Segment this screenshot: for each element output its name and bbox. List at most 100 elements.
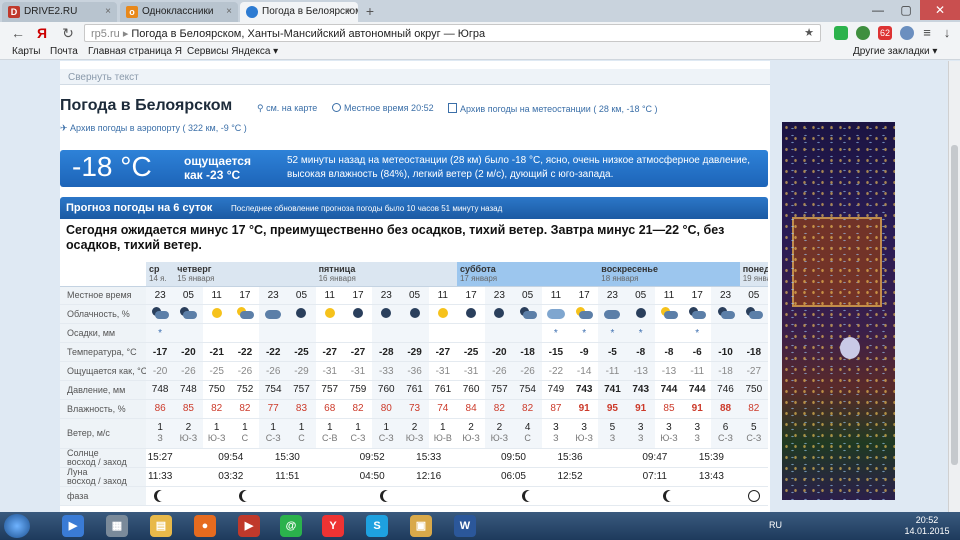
day-header: понедельник19 января bbox=[739, 262, 768, 287]
scrollbar[interactable] bbox=[948, 61, 960, 512]
bookmark-yandex-services[interactable]: Сервисы Яндекса ▾ bbox=[187, 46, 278, 57]
flash-icon[interactable]: ▶ bbox=[238, 515, 260, 537]
bookmark-maps[interactable]: Карты bbox=[12, 46, 41, 57]
temp-row-cell: -18 bbox=[513, 342, 542, 363]
back-button[interactable]: ← bbox=[10, 25, 26, 41]
other-bookmarks[interactable]: Другие закладки ▾ bbox=[853, 46, 937, 57]
archive-airport-link[interactable]: ✈ Архив погоды в аэропорту ( 322 км, -9 … bbox=[60, 123, 247, 134]
tab-pogoda[interactable]: Погода в Белоярском × bbox=[240, 2, 358, 22]
wind-cell: 1 С-З bbox=[259, 418, 288, 449]
maximize-button[interactable]: ▢ bbox=[892, 0, 920, 20]
window-controls: — ▢ ✕ bbox=[864, 0, 960, 20]
clouds-cell bbox=[315, 304, 344, 325]
temp-row-cell: -9 bbox=[570, 342, 599, 363]
humidity-row-cell: 84 bbox=[456, 399, 486, 419]
day-date: 17 января bbox=[459, 274, 498, 283]
cloudmoon-icon bbox=[688, 306, 707, 319]
pressure-row-cell: 761 bbox=[428, 380, 457, 400]
current-weather: -18 °C ощущается как -23 °С 52 минуты на… bbox=[60, 150, 768, 187]
snow-icon bbox=[711, 323, 740, 344]
extension-icon[interactable] bbox=[900, 26, 914, 40]
yandex-icon[interactable]: Я bbox=[34, 25, 50, 41]
map-link-label: см. на карте bbox=[266, 103, 318, 113]
sun-icon bbox=[208, 307, 226, 319]
phase-cell bbox=[456, 486, 599, 506]
agent-icon[interactable]: @ bbox=[280, 515, 302, 537]
wind-direction: З bbox=[553, 433, 559, 444]
url-title: Погода в Белоярском, Ханты-Мансийский ав… bbox=[131, 28, 486, 40]
feels-row-cell: -22 bbox=[541, 361, 571, 381]
snow-icon bbox=[315, 323, 344, 344]
sun-row-cell: 15:36 bbox=[541, 448, 599, 468]
row-label: Ветер, м/с bbox=[60, 418, 146, 449]
wind-direction: Ю-З bbox=[575, 433, 593, 444]
bookmark-homepage[interactable]: Главная страница Я bbox=[88, 46, 182, 57]
feels-row-cell: -27 bbox=[739, 361, 768, 381]
wind-direction: Ю-З bbox=[490, 433, 509, 444]
archive-station-link[interactable]: Архив погоды на метеостанции ( 28 км, -1… bbox=[448, 103, 658, 114]
humidity-row-cell: 74 bbox=[428, 399, 457, 419]
collapse-text-button[interactable]: Свернуть текст bbox=[60, 69, 770, 85]
wind-direction: С bbox=[241, 433, 249, 444]
feels-row-cell: -31 bbox=[456, 361, 486, 381]
wind-speed: 3 bbox=[694, 422, 700, 434]
time-row-cell: 11 bbox=[428, 286, 457, 306]
close-icon[interactable]: × bbox=[226, 6, 232, 17]
day-name: понедельник bbox=[742, 264, 768, 274]
time-row-cell: 17 bbox=[683, 286, 712, 306]
humidity-row-cell: 82 bbox=[485, 399, 514, 419]
star-icon[interactable]: ★ bbox=[804, 26, 814, 39]
yandex-browser-icon[interactable]: Y bbox=[322, 515, 344, 537]
folder-icon[interactable]: ▣ bbox=[410, 515, 432, 537]
moon-icon bbox=[292, 307, 310, 319]
snow-icon: * bbox=[146, 323, 175, 344]
notifications-badge[interactable]: 62 bbox=[878, 26, 892, 40]
language-indicator[interactable]: RU bbox=[769, 520, 782, 530]
temp-row-cell: -25 bbox=[456, 342, 486, 363]
snow-icon bbox=[202, 323, 231, 344]
clock[interactable]: 20:52 14.01.2015 bbox=[902, 515, 952, 537]
extension-icon[interactable] bbox=[834, 26, 848, 40]
extension-icon[interactable] bbox=[856, 26, 870, 40]
pressure-row-cell: 746 bbox=[711, 380, 740, 400]
menu-icon[interactable]: ≡ bbox=[920, 26, 934, 40]
snow-icon bbox=[513, 323, 542, 344]
feels-row-cell: -26 bbox=[259, 361, 288, 381]
close-icon[interactable]: × bbox=[105, 6, 111, 17]
row-label: Температура, °С bbox=[60, 342, 146, 363]
close-icon[interactable]: × bbox=[346, 6, 352, 17]
scrollbar-thumb[interactable] bbox=[951, 145, 958, 465]
wind-speed: 1 bbox=[298, 422, 305, 434]
wind-direction: С-З bbox=[718, 433, 733, 444]
calculator-icon[interactable]: ▦ bbox=[106, 515, 128, 537]
download-icon[interactable]: ↓ bbox=[940, 26, 954, 40]
clouds-cell bbox=[513, 304, 542, 325]
start-button[interactable] bbox=[4, 514, 30, 538]
clouds-cell bbox=[711, 304, 740, 325]
feels-row-cell: -31 bbox=[343, 361, 373, 381]
humidity-row: Влажность, % 86 85 82 82 77 83 68 82 80 73 74 84 82 82… bbox=[60, 399, 768, 419]
pressure-row-cell: 748 bbox=[174, 380, 203, 400]
humidity-row-cell: 68 bbox=[315, 399, 344, 419]
clouds-cell bbox=[428, 304, 457, 325]
humidity-row-cell: 82 bbox=[343, 399, 373, 419]
christmas-ad-image[interactable] bbox=[782, 122, 895, 500]
drive2-icon: D bbox=[8, 6, 20, 18]
explorer-icon[interactable]: ▤ bbox=[150, 515, 172, 537]
new-tab-button[interactable]: + bbox=[363, 4, 377, 18]
humidity-row-cell: 83 bbox=[287, 399, 316, 419]
feels-row-cell: -20 bbox=[146, 361, 175, 381]
media-player-icon[interactable]: ▶ bbox=[62, 515, 84, 537]
bookmark-mail[interactable]: Почта bbox=[50, 46, 78, 57]
clouds-cell bbox=[230, 304, 260, 325]
address-bar[interactable]: rp5.ru ▸ Погода в Белоярском, Ханты-Манс… bbox=[84, 24, 821, 42]
firefox-icon[interactable]: ● bbox=[194, 515, 216, 537]
refresh-button[interactable]: ↻ bbox=[60, 25, 76, 41]
map-link[interactable]: ⚲ см. на карте bbox=[257, 103, 317, 114]
tab-odnoklassniki[interactable]: о Одноклассники × bbox=[120, 2, 238, 22]
skype-icon[interactable]: S bbox=[366, 515, 388, 537]
minimize-button[interactable]: — bbox=[864, 0, 892, 20]
word-icon[interactable]: W bbox=[454, 515, 476, 537]
tab-drive2[interactable]: D DRIVE2.RU × bbox=[2, 2, 117, 22]
window-close-button[interactable]: ✕ bbox=[920, 0, 960, 20]
